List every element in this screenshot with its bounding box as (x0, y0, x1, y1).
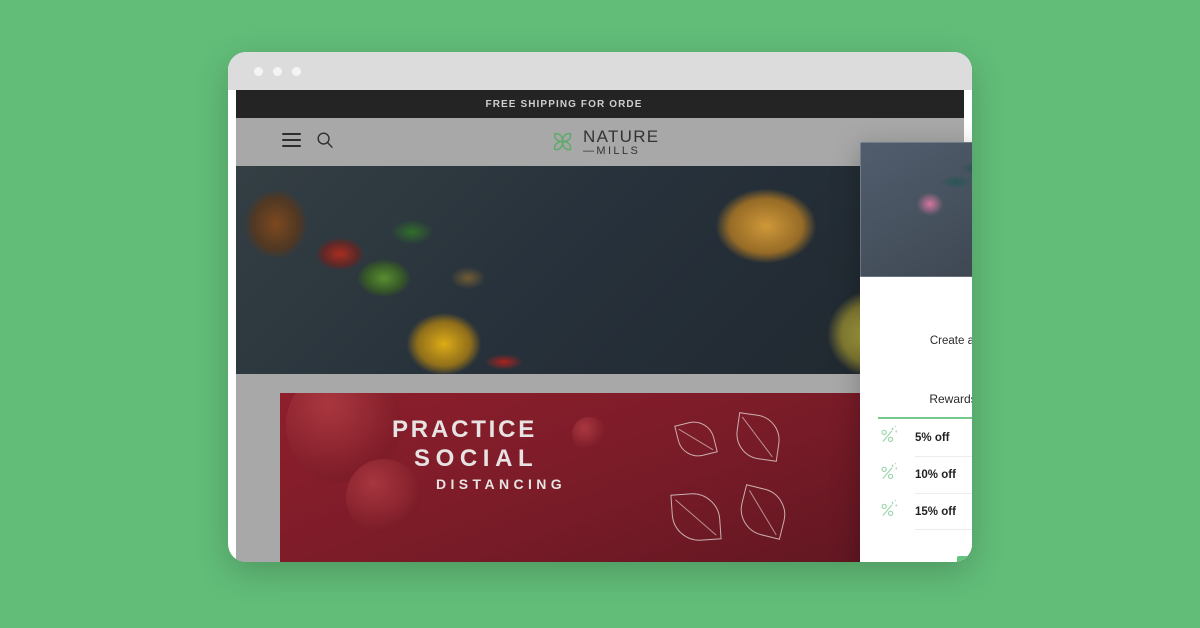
window-dot-minimize[interactable] (273, 67, 282, 76)
reward-row[interactable]: 5% off 500 points (878, 419, 972, 456)
reward-row[interactable]: 15% off 1500 points (878, 493, 972, 531)
site-viewport: FREE SHIPPING FOR ORDE NATURE —MILLS PRA… (236, 90, 964, 562)
percent-sparkle-icon (878, 498, 915, 525)
window-dot-maximize[interactable] (292, 67, 301, 76)
leaf-outline-icon (735, 484, 791, 540)
modal-hero-image (860, 142, 972, 277)
store-logo[interactable]: NATURE —MILLS (550, 126, 659, 158)
promo-text: PRACTICE SOCIAL DISTANCING (392, 415, 566, 495)
tab-rewards[interactable]: Rewards (878, 392, 972, 417)
browser-window: FREE SHIPPING FOR ORDE NATURE —MILLS PRA… (228, 52, 972, 562)
reward-label: 15% off (915, 505, 956, 518)
virus-graphic (572, 417, 606, 451)
modal-body: NatureMills Create an account to access … (860, 277, 972, 562)
rewards-list: 5% off 500 points (878, 419, 972, 531)
hamburger-icon[interactable] (282, 133, 301, 147)
rewards-modal: NatureMills Create an account to access … (860, 142, 972, 562)
modal-brand-title: NatureMills (878, 301, 972, 322)
announcement-bar: FREE SHIPPING FOR ORDE (236, 90, 964, 118)
logo-sub: —MILLS (583, 144, 641, 157)
browser-titlebar (228, 52, 972, 90)
reward-label: 10% off (915, 468, 956, 481)
percent-sparkle-icon (878, 424, 915, 451)
announcement-text: FREE SHIPPING FOR ORDE (485, 98, 643, 110)
promo-line-3: DISTANCING (436, 475, 567, 492)
hero-carousel (236, 166, 964, 374)
spices-hero-image (236, 166, 964, 374)
promo-line-2: SOCIAL (414, 445, 539, 473)
search-icon[interactable] (316, 131, 334, 149)
leaf-clover-logo-icon (550, 129, 576, 155)
reward-label: 5% off (915, 431, 950, 444)
logo-wordmark: NATURE —MILLS (583, 128, 659, 157)
promo-banner-section: PRACTICE SOCIAL DISTANCING (236, 374, 964, 562)
logo-name: NATURE (583, 126, 660, 146)
promo-line-1: PRACTICE (392, 416, 538, 443)
window-dot-close[interactable] (254, 67, 263, 76)
modal-subtitle: Create an account to access exclusive re… (929, 335, 972, 347)
percent-sparkle-icon (878, 461, 915, 488)
store-header: NATURE —MILLS (236, 118, 964, 166)
leaf-outline-icon (733, 412, 783, 462)
create-account-button[interactable]: Create a store account (956, 556, 972, 562)
reward-row[interactable]: 10% off 1000 points (878, 456, 972, 493)
modal-tabs: Rewards Earn (878, 392, 972, 420)
